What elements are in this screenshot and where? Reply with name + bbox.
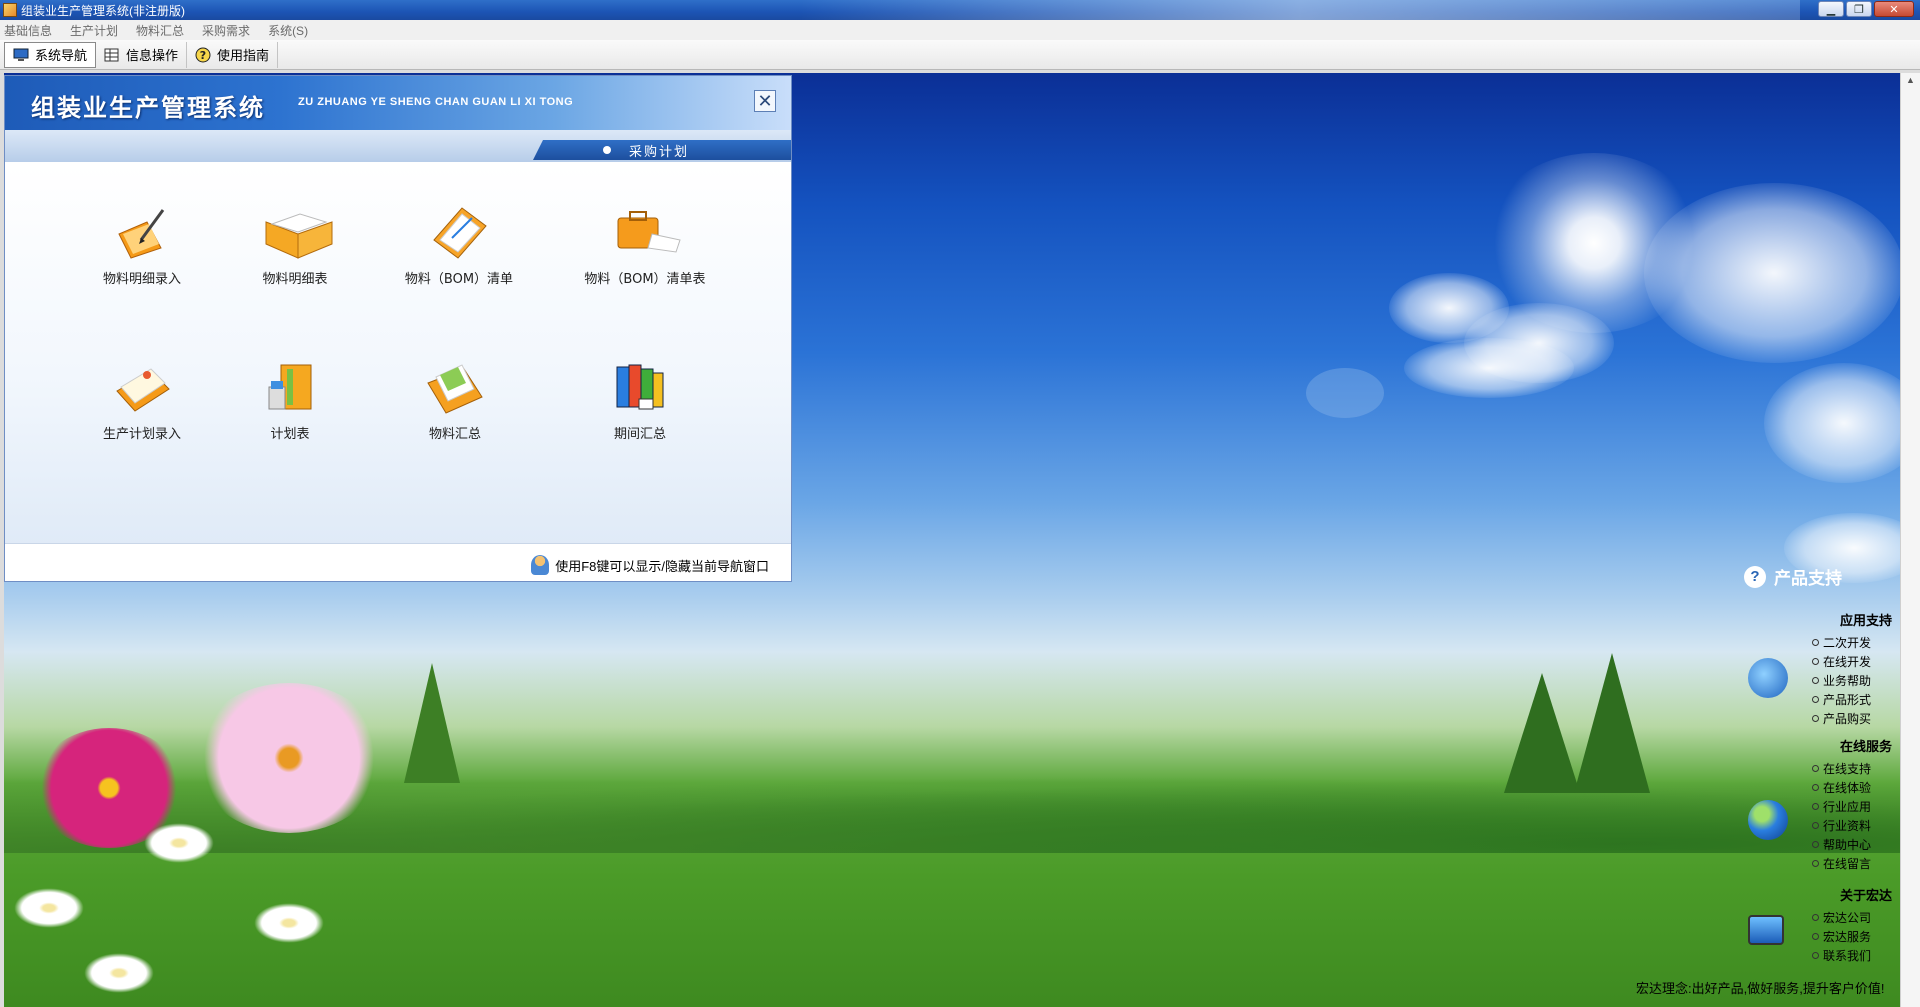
nav-footer: 使用F8键可以显示/隐藏当前导航窗口 [5, 543, 791, 581]
link-product-purchase[interactable]: 产品购买 [1812, 710, 1871, 727]
link-online-dev[interactable]: 在线开发 [1812, 653, 1871, 670]
info-ops-label: 信息操作 [126, 48, 179, 63]
toolbar: 系统导航 信息操作 ? 使用指南 [0, 40, 1920, 70]
light-pink-flower [194, 683, 384, 833]
grid-icon [104, 48, 120, 62]
vertical-scrollbar[interactable]: ▲ [1900, 73, 1920, 1007]
nav-item-material-summary[interactable]: 物料汇总 [380, 359, 530, 469]
link-contact[interactable]: 联系我们 [1812, 947, 1871, 964]
close-button[interactable]: ✕ [1874, 1, 1914, 17]
minimize-button[interactable]: ▁ [1818, 1, 1844, 17]
nav-item-production-plan-entry[interactable]: 生产计划录入 [67, 359, 217, 469]
link-secondary-dev[interactable]: 二次开发 [1812, 634, 1871, 651]
app-icon [3, 3, 17, 17]
link-service[interactable]: 宏达服务 [1812, 928, 1871, 945]
system-nav-label: 系统导航 [35, 48, 88, 63]
nav-footer-hint: 使用F8键可以显示/隐藏当前导航窗口 [555, 558, 769, 574]
menu-system[interactable]: 系统(S) [268, 22, 308, 39]
nav-item-bom-list[interactable]: 物料（BOM）清单 [384, 204, 534, 314]
link-industry-docs[interactable]: 行业资料 [1812, 817, 1871, 834]
user-guide-label: 使用指南 [217, 48, 270, 63]
maximize-button[interactable]: ❐ [1846, 1, 1872, 17]
user-guide-button[interactable]: ? 使用指南 [187, 41, 279, 68]
menu-bar: 基础信息 生产计划 物料汇总 采购需求 系统(S) [0, 20, 1920, 40]
nav-current-tab[interactable]: 采购计划 [533, 140, 791, 160]
system-nav-button[interactable]: 系统导航 [4, 41, 97, 68]
link-help-center[interactable]: 帮助中心 [1812, 836, 1871, 853]
link-online-support[interactable]: 在线支持 [1812, 760, 1871, 777]
monitor-icon [13, 48, 29, 62]
support-title: 产品支持 [1774, 569, 1842, 588]
navigation-window: 组装业生产管理系统 ZU ZHUANG YE SHENG CHAN GUAN L… [4, 75, 792, 582]
notebook-icon [111, 359, 173, 415]
bullet-icon [603, 146, 611, 154]
section-app-support: 应用支持 [1839, 613, 1892, 628]
window-controls: ▁ ❐ ✕ [1818, 1, 1914, 17]
nav-header: 组装业生产管理系统 ZU ZHUANG YE SHENG CHAN GUAN L… [5, 76, 791, 130]
menu-production-plan[interactable]: 生产计划 [70, 22, 118, 39]
question-icon: ? [1744, 565, 1766, 588]
globe-icon [1748, 800, 1788, 840]
nav-subheader: 采购计划 [5, 130, 791, 162]
link-product-form[interactable]: 产品形式 [1812, 691, 1871, 708]
nav-body: 物料明细录入 物料明细表 物料（BOM）清单 物料（BOM）清单表 生产计划录入… [5, 164, 791, 549]
binder-icon [259, 359, 321, 415]
nav-title-pinyin: ZU ZHUANG YE SHENG CHAN GUAN LI XI TONG [298, 96, 574, 108]
open-folder-icon [264, 204, 333, 260]
menu-material-summary[interactable]: 物料汇总 [136, 22, 184, 39]
link-online-trial[interactable]: 在线体验 [1812, 779, 1871, 796]
document-folder-icon [424, 359, 486, 415]
help-icon: ? [195, 47, 211, 62]
nav-item-material-entry[interactable]: 物料明细录入 [67, 204, 217, 314]
briefcase-icon [614, 204, 681, 260]
books-icon [609, 359, 671, 415]
nav-item-period-summary[interactable]: 期间汇总 [565, 359, 715, 469]
menu-purchase-demand[interactable]: 采购需求 [202, 22, 250, 39]
nav-close-button[interactable]: ✕ [754, 90, 776, 112]
nav-current-tab-label: 采购计划 [629, 143, 690, 159]
arrow-icon [1748, 658, 1788, 698]
title-bar: 组装业生产管理系统(非注册版) ▁ ❐ ✕ [0, 0, 1920, 20]
nav-title: 组装业生产管理系统 [31, 94, 265, 122]
computer-icon [1748, 915, 1784, 945]
user-hint-icon [531, 555, 550, 575]
menu-basic-info[interactable]: 基础信息 [4, 22, 52, 39]
pencil-folder-icon [111, 204, 173, 260]
nav-item-plan-table[interactable]: 计划表 [215, 359, 365, 469]
link-company[interactable]: 宏达公司 [1812, 909, 1871, 926]
window-title: 组装业生产管理系统(非注册版) [21, 3, 185, 18]
scroll-up-icon[interactable]: ▲ [1901, 73, 1920, 87]
link-business-help[interactable]: 业务帮助 [1812, 672, 1871, 689]
clipboard-icon [428, 204, 490, 260]
link-industry-apps[interactable]: 行业应用 [1812, 798, 1871, 815]
nav-item-material-list[interactable]: 物料明细表 [220, 204, 370, 314]
section-about: 关于宏达 [1839, 888, 1892, 903]
svg-text:?: ? [200, 49, 206, 62]
section-online-service: 在线服务 [1839, 739, 1892, 754]
company-slogan: 宏达理念:出好产品,做好服务,提升客户价值! [1636, 981, 1885, 996]
link-online-message[interactable]: 在线留言 [1812, 855, 1871, 872]
nav-item-bom-table[interactable]: 物料（BOM）清单表 [570, 204, 720, 314]
info-ops-button[interactable]: 信息操作 [96, 41, 188, 68]
